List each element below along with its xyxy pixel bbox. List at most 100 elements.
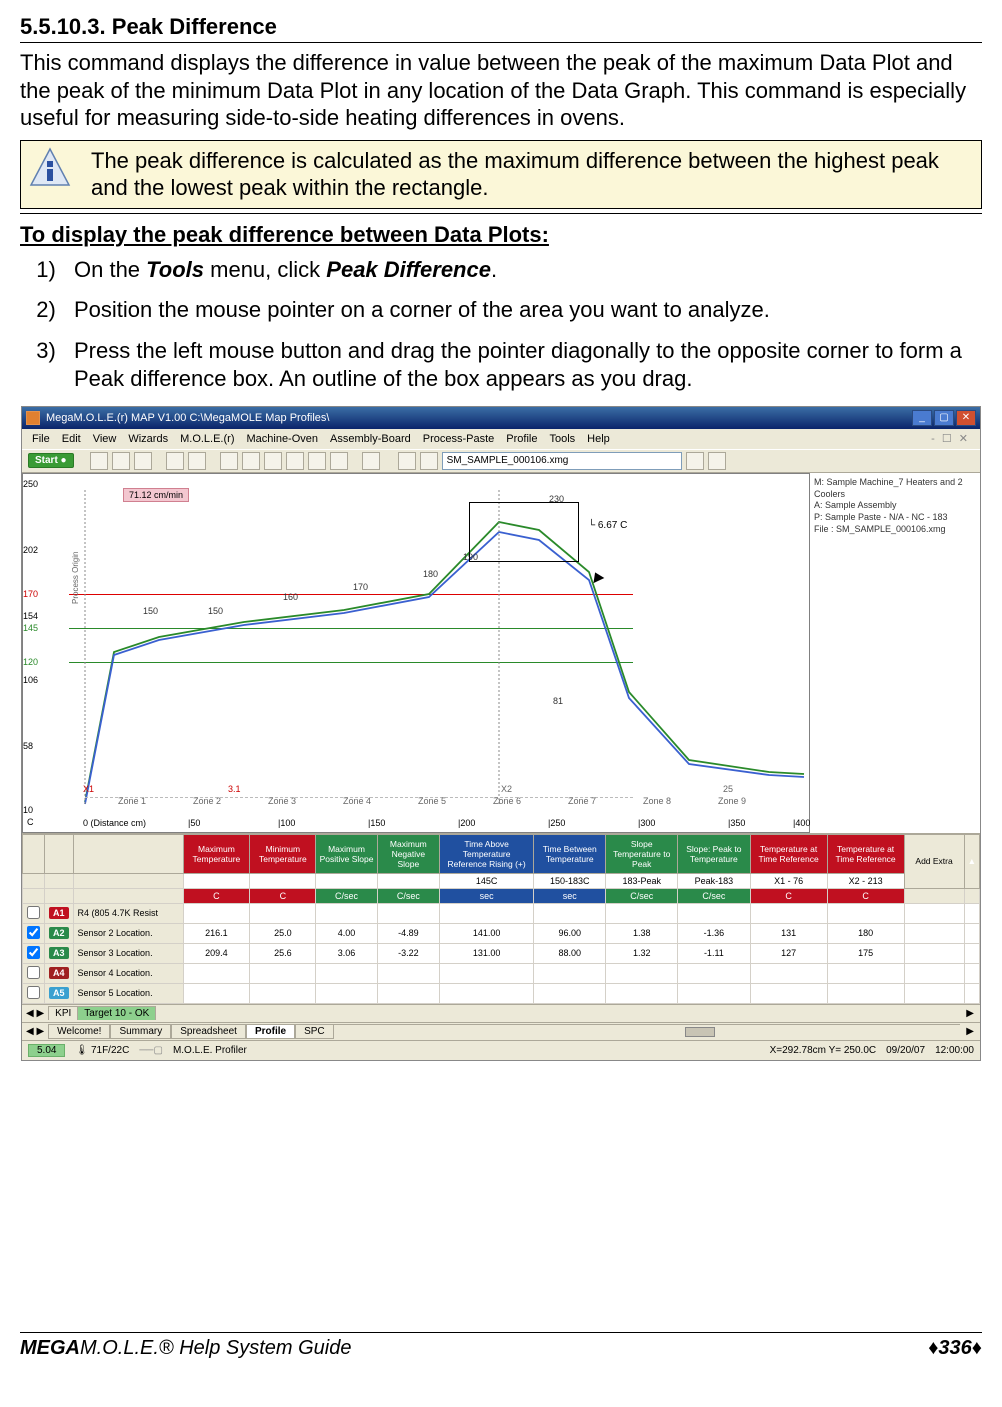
section-heading: 5.5.10.3. Peak Difference <box>20 14 982 40</box>
info-icon <box>29 147 71 189</box>
toolbar-next-icon[interactable] <box>708 452 726 470</box>
status-version: 5.04 <box>28 1044 65 1057</box>
step-2: Position the mouse pointer on a corner o… <box>68 296 982 325</box>
hscroll-thumb[interactable] <box>685 1027 715 1037</box>
cell <box>440 903 534 923</box>
data-graph[interactable]: 250 202 170 154 145 120 106 58 10 C 71.1… <box>22 473 810 833</box>
x-tick: |400 <box>793 818 810 828</box>
toolbar-save-icon[interactable] <box>112 452 130 470</box>
table-row[interactable]: A1 R4 (805 4.7K Resist <box>23 903 980 923</box>
toolbar-icon[interactable] <box>264 452 282 470</box>
x-marker-x2: X2 <box>501 784 512 794</box>
info-machine: M: Sample Machine_7 Heaters and 2 Cooler… <box>814 477 976 500</box>
menu-help[interactable]: Help <box>587 433 610 445</box>
col-max-temp[interactable]: Maximum Temperature <box>183 834 250 873</box>
tab-summary[interactable]: Summary <box>110 1024 171 1039</box>
cell: 216.1 <box>183 923 250 943</box>
tab-spc[interactable]: SPC <box>295 1024 334 1039</box>
window-title: MegaM.O.L.E.(r) MAP V1.00 C:\MegaMOLE Ma… <box>46 412 329 424</box>
window-titlebar[interactable]: MegaM.O.L.E.(r) MAP V1.00 C:\MegaMOLE Ma… <box>22 407 980 429</box>
table-row[interactable]: A2 Sensor 2 Location.216.125.04.00-4.891… <box>23 923 980 943</box>
row-label: R4 (805 4.7K Resist <box>73 903 183 923</box>
cell <box>827 983 904 1003</box>
menu-edit[interactable]: Edit <box>62 433 81 445</box>
toolbar-zoom-out-icon[interactable] <box>188 452 206 470</box>
x-label: 0 (Distance cm) <box>83 818 146 828</box>
x-tick: |250 <box>548 818 565 828</box>
menu-mole[interactable]: M.O.L.E.(r) <box>180 433 234 445</box>
toolbar-help-icon[interactable] <box>362 452 380 470</box>
toolbar-icon[interactable] <box>330 452 348 470</box>
cell <box>377 963 439 983</box>
toolbar-print-icon[interactable] <box>134 452 152 470</box>
menu-file[interactable]: File <box>32 433 50 445</box>
step-3: Press the left mouse button and drag the… <box>68 337 982 394</box>
cell <box>534 963 606 983</box>
table-row[interactable]: A5 Sensor 5 Location. <box>23 983 980 1003</box>
x-tick: |300 <box>638 818 655 828</box>
zone-label: Zone 5 <box>418 796 446 806</box>
tab-target[interactable]: Target 10 - OK <box>77 1006 156 1020</box>
col-min-temp[interactable]: Minimum Temperature <box>250 834 316 873</box>
toolbar-prev-icon[interactable] <box>398 452 416 470</box>
tab-spreadsheet[interactable]: Spreadsheet <box>171 1024 246 1039</box>
tab-kpi[interactable]: KPI <box>48 1006 78 1020</box>
cell <box>750 983 827 1003</box>
toolbar-icon[interactable] <box>220 452 238 470</box>
menu-assembly-board[interactable]: Assembly-Board <box>330 433 411 445</box>
app-window: MegaM.O.L.E.(r) MAP V1.00 C:\MegaMOLE Ma… <box>21 406 981 1061</box>
row-checkbox[interactable] <box>27 946 40 959</box>
start-button[interactable]: Start ● <box>28 453 74 468</box>
data-plot-svg <box>69 482 809 812</box>
x-tick: |50 <box>188 818 200 828</box>
menu-process-paste[interactable]: Process-Paste <box>423 433 495 445</box>
mdi-controls[interactable]: - ☐ ✕ <box>931 432 970 445</box>
x-tick: |100 <box>278 818 295 828</box>
row-checkbox[interactable] <box>27 906 40 919</box>
col-slope-peak-to[interactable]: Slope: Peak to Temperature <box>678 834 751 873</box>
menu-tools[interactable]: Tools <box>549 433 575 445</box>
table-subheader-row: 145C150-183C183-PeakPeak-183 X1 - 76X2 -… <box>23 873 980 888</box>
row-label: Sensor 2 Location. <box>73 923 183 943</box>
menu-machine-oven[interactable]: Machine-Oven <box>246 433 318 445</box>
menu-profile[interactable]: Profile <box>506 433 537 445</box>
toolbar-icon[interactable] <box>286 452 304 470</box>
zone-value: 170 <box>353 582 368 592</box>
tab-welcome[interactable]: Welcome! <box>48 1024 110 1039</box>
toolbar-icon[interactable] <box>308 452 326 470</box>
row-checkbox[interactable] <box>27 986 40 999</box>
table-row[interactable]: A4 Sensor 4 Location. <box>23 963 980 983</box>
cell <box>250 983 316 1003</box>
toolbar-up-icon[interactable] <box>686 452 704 470</box>
row-checkbox[interactable] <box>27 926 40 939</box>
peak-difference-box[interactable] <box>469 502 579 562</box>
toolbar-zoom-in-icon[interactable] <box>166 452 184 470</box>
cell: 88.00 <box>534 943 606 963</box>
col-max-pos-slope[interactable]: Maximum Positive Slope <box>316 834 377 873</box>
table-row[interactable]: A3 Sensor 3 Location.209.425.63.06-3.221… <box>23 943 980 963</box>
col-time-above[interactable]: Time Above Temperature Reference Rising … <box>440 834 534 873</box>
col-temp-x1[interactable]: Temperature at Time Reference <box>750 834 827 873</box>
toolbar-icon[interactable] <box>242 452 260 470</box>
kpi-table: Maximum Temperature Minimum Temperature … <box>22 834 980 1004</box>
add-extra-button[interactable]: Add Extra <box>904 834 964 888</box>
menu-view[interactable]: View <box>93 433 117 445</box>
col-max-neg-slope[interactable]: Maximum Negative Slope <box>377 834 439 873</box>
col-time-between[interactable]: Time Between Temperature <box>534 834 606 873</box>
close-button[interactable]: ✕ <box>956 410 976 426</box>
minimize-button[interactable]: _ <box>912 410 932 426</box>
procedure-heading: To display the peak difference between D… <box>20 222 982 248</box>
tab-profile[interactable]: Profile <box>246 1024 295 1039</box>
row-checkbox[interactable] <box>27 966 40 979</box>
y-tick: 106 <box>23 675 38 685</box>
menu-wizards[interactable]: Wizards <box>128 433 168 445</box>
file-combo[interactable]: SM_SAMPLE_000106.xmg <box>442 452 682 470</box>
maximize-button[interactable]: ▢ <box>934 410 954 426</box>
toolbar-icon[interactable] <box>90 452 108 470</box>
cell <box>440 983 534 1003</box>
view-tabs: ◀ ▶ Welcome! Summary Spreadsheet Profile… <box>22 1022 980 1040</box>
footer-page: ♦336♦ <box>928 1337 982 1360</box>
col-slope-to-peak[interactable]: Slope Temperature to Peak <box>606 834 678 873</box>
col-temp-x2[interactable]: Temperature at Time Reference <box>827 834 904 873</box>
toolbar-down-icon[interactable] <box>420 452 438 470</box>
